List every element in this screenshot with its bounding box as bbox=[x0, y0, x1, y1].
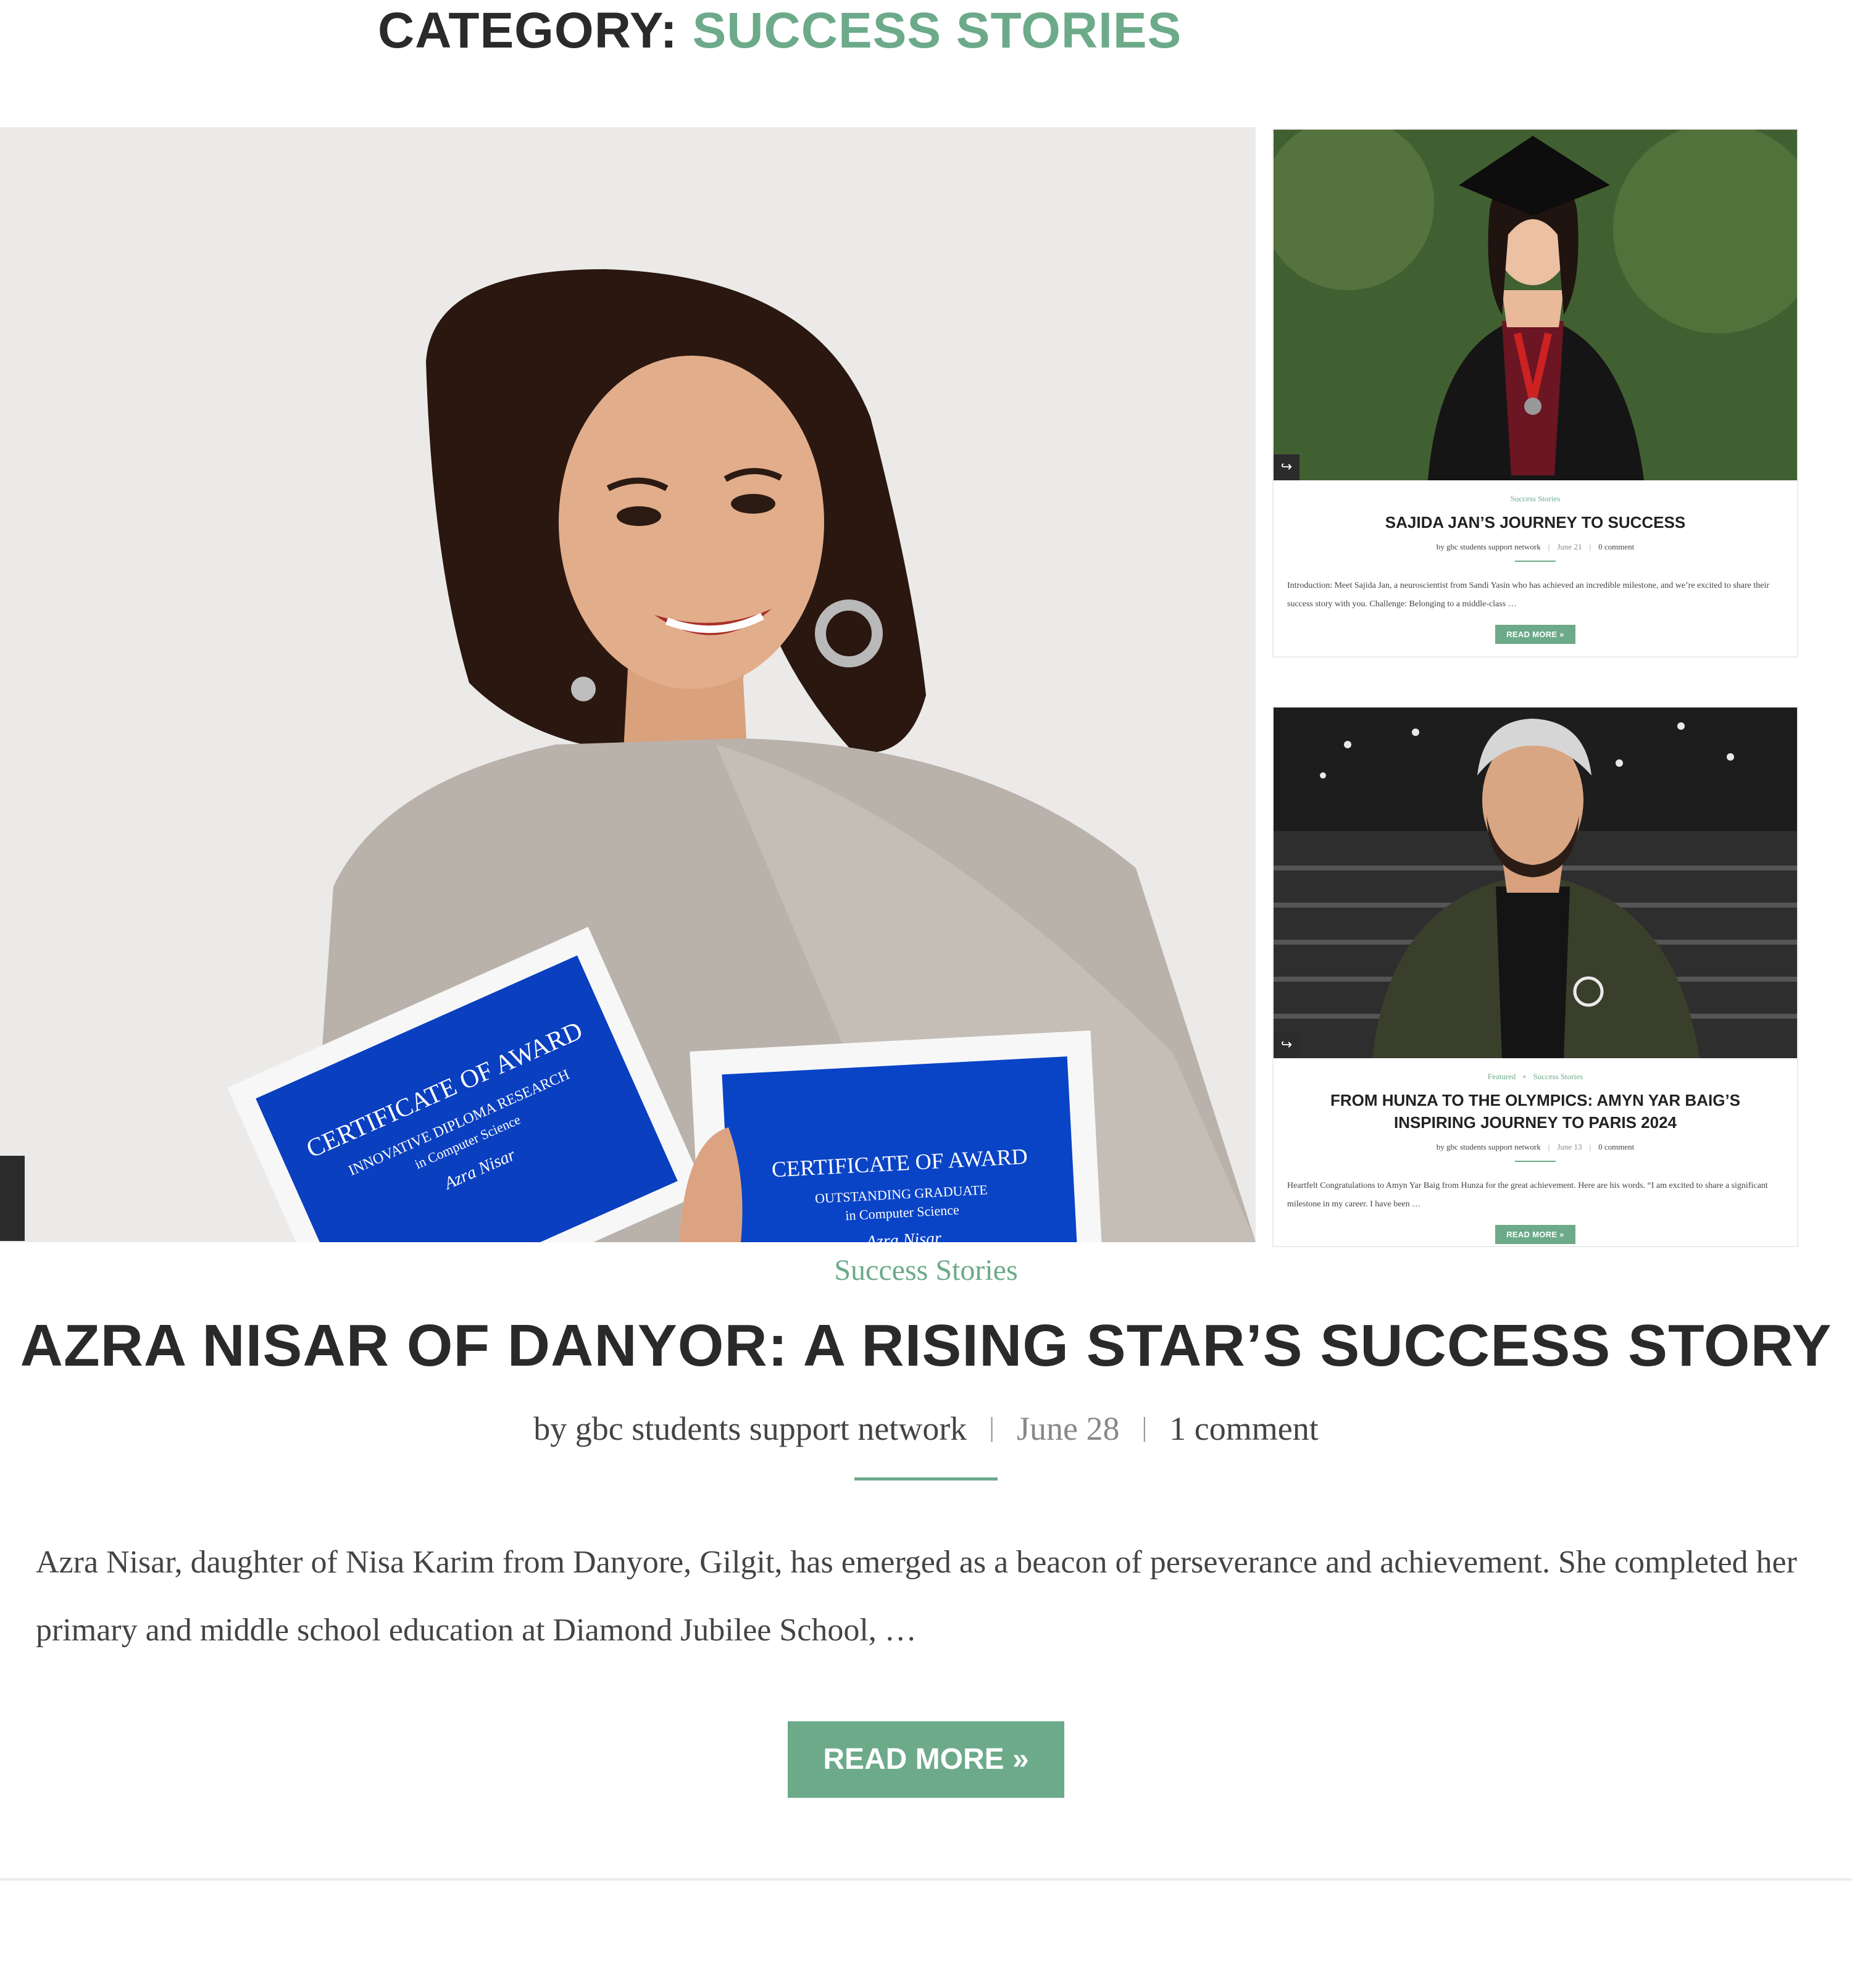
post-comments[interactable]: 0 comment bbox=[1598, 1142, 1634, 1151]
post-comments[interactable]: 0 comment bbox=[1598, 542, 1634, 551]
hero-side-tab[interactable] bbox=[0, 1156, 25, 1241]
sidebar-post-card: ↪ Featured ∘ Success Stories FROM HUNZA TO… bbox=[1272, 706, 1798, 1247]
post-author[interactable]: by gbc students support network bbox=[1437, 1142, 1541, 1151]
section-divider bbox=[0, 1878, 1852, 1881]
main-post-comments[interactable]: 1 comment bbox=[1169, 1410, 1318, 1447]
main-post-meta: by gbc students support network | June 28 |… bbox=[533, 1410, 1319, 1447]
main-title-divider bbox=[854, 1477, 998, 1481]
main-post-excerpt: Azra Nisar, daughter of Nisa Karim from … bbox=[36, 1545, 1797, 1648]
category-heading: CATEGORY: SUCCESS STORIES bbox=[378, 0, 1182, 62]
sidebar-post-thumbnail[interactable]: ↪ bbox=[1274, 130, 1797, 480]
post-title[interactable]: SAJIDA JAN’S JOURNEY TO SUCCESS bbox=[1287, 511, 1783, 533]
post-author[interactable]: by gbc students support network bbox=[1437, 542, 1541, 551]
post-title[interactable]: FROM HUNZA TO THE OLYMPICS: AMYN YAR BAI… bbox=[1287, 1089, 1783, 1134]
post-meta: by gbc students support network | June 21 |… bbox=[1436, 542, 1635, 551]
post-categories: Featured ∘ Success Stories bbox=[1487, 1072, 1583, 1081]
main-post-title[interactable]: AZRA NISAR OF DANYOR: A RISING STAR’S SU… bbox=[0, 1312, 1852, 1380]
main-post-author[interactable]: by gbc students support network bbox=[533, 1410, 967, 1447]
read-more-button[interactable]: READ MORE » bbox=[1495, 625, 1575, 644]
category-label: CATEGORY: bbox=[378, 2, 678, 59]
read-more-button[interactable]: READ MORE » bbox=[1495, 1225, 1575, 1244]
sidebar-post-thumbnail[interactable]: ↪ bbox=[1274, 708, 1797, 1058]
share-icon[interactable]: ↪ bbox=[1274, 1032, 1299, 1058]
sidebar-post-card: ↪ Success Stories SAJIDA JAN’S JOURNEY T… bbox=[1272, 128, 1798, 658]
post-category[interactable]: Featured bbox=[1488, 1072, 1516, 1081]
post-date: June 21 bbox=[1557, 542, 1582, 551]
share-icon[interactable]: ↪ bbox=[1274, 454, 1299, 480]
main-post-date: June 28 bbox=[1016, 1410, 1120, 1447]
main-read-more-button[interactable]: READ MORE » bbox=[788, 1721, 1064, 1798]
category-value: SUCCESS STORIES bbox=[692, 2, 1182, 59]
post-excerpt: Introduction: Meet Sajida Jan, a neurosc… bbox=[1287, 581, 1770, 609]
title-divider bbox=[1515, 561, 1556, 562]
title-divider bbox=[1515, 1161, 1556, 1162]
featured-post-image[interactable]: CERTIFICATE OF AWARD INNOVATIVE DIPLOMA … bbox=[0, 127, 1256, 1242]
post-category[interactable]: Success Stories bbox=[1287, 494, 1783, 504]
post-excerpt: Heartfelt Congratulations to Amyn Yar Ba… bbox=[1287, 1181, 1768, 1209]
post-meta: by gbc students support network | June 13 |… bbox=[1436, 1142, 1635, 1151]
main-post: Success Stories AZRA NISAR OF DANYOR: A … bbox=[0, 1253, 1852, 1798]
post-category[interactable]: Success Stories bbox=[1533, 1072, 1583, 1081]
main-post-category[interactable]: Success Stories bbox=[0, 1253, 1852, 1287]
post-date: June 13 bbox=[1557, 1142, 1582, 1151]
